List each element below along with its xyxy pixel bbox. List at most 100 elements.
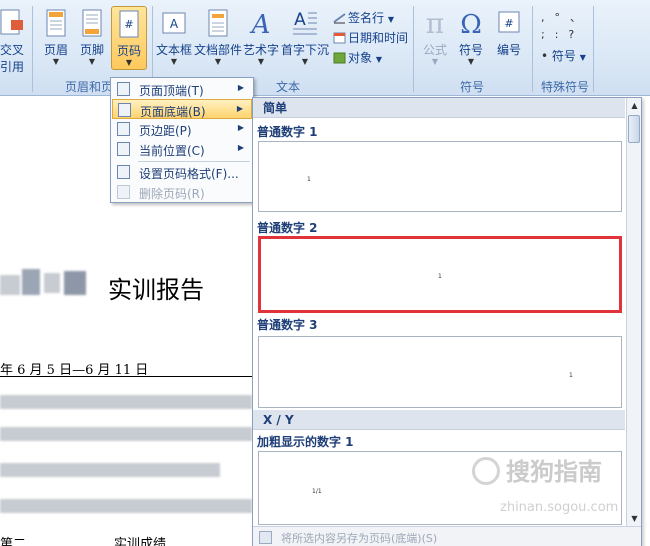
signature-line-button[interactable]: 签名行 ▼ [333,9,394,26]
menu-item-bottom-of-page[interactable]: 页面底端(B) ▶ [112,99,252,119]
redacted-text [64,271,86,295]
gallery-item-plain-number-3[interactable]: 1 [258,336,622,408]
chevron-down-icon: ▼ [579,53,586,62]
gallery-scrollbar[interactable]: ▲ ▼ [626,98,641,526]
quick-parts-button[interactable]: 文档部件 ▼ [194,8,242,66]
equation-button[interactable]: π 公式 ▼ [418,8,452,66]
gallery-item-label: 普通数字 1 [257,125,318,139]
pi-icon: π [426,8,444,38]
current-position-icon [117,142,130,156]
menu-item-format-page-numbers[interactable]: 设置页码格式(F)... [112,162,252,182]
object-label: 对象 [348,51,373,65]
svg-text:#: # [124,18,133,31]
header-icon [46,9,66,37]
drop-cap-button[interactable]: A 首字下沉 ▼ [280,8,330,66]
wordart-label: 艺术字 [242,43,279,57]
drop-cap-label: 首字下沉 [280,43,329,57]
special-symbol-label: 符号 [551,49,576,63]
cross-reference-button[interactable]: 交叉 引用 [0,8,26,75]
group-separator [593,6,594,92]
document-title: 实训报告 [108,276,204,304]
chevron-down-icon: ▼ [387,15,394,24]
chevron-down-icon: ▼ [214,57,222,66]
menu-item-top-of-page[interactable]: 页面顶端(T) ▶ [112,79,252,99]
header-button[interactable]: 页眉 ▼ [38,8,74,66]
signature-line-label: 签名行 [348,11,385,25]
menu-item-remove-page-numbers[interactable]: 删除页码(R) [112,182,252,202]
chevron-down-icon: ▼ [257,57,265,66]
cross-reference-icon [0,9,23,35]
wordart-icon: A [250,10,271,38]
redacted-text [0,395,252,409]
signature-icon [333,13,346,24]
chevron-down-icon: ▼ [88,57,96,66]
ribbon: 交叉 引用 页眉 ▼ 页脚 ▼ # 页码 ▼ A 文本框 ▼ 文档部件 ▼ A … [0,0,650,96]
page-number-preview: 1/1 [312,488,322,495]
gallery-item-label: 加粗显示的数字 1 [257,435,354,449]
special-symbols-row-2[interactable]: ;:? [541,28,584,41]
group-symbols-label: 符号 [459,80,484,94]
equation-label: 公式 [422,43,447,57]
number-label: 编号 [496,43,521,57]
scrollbar-thumb[interactable] [628,115,640,143]
save-selection-as-page-number-button[interactable]: 将所选内容另存为页码(底端)(S) [281,530,437,546]
chevron-down-icon: ▼ [301,57,309,66]
divider [0,376,252,377]
scroll-down-icon[interactable]: ▼ [627,511,642,526]
chevron-down-icon: ▼ [467,57,475,66]
quick-parts-label: 文档部件 [194,43,243,57]
special-symbols-row-1[interactable]: ,°、 [541,9,591,25]
menu-item-current-position[interactable]: 当前位置(C) ▶ [112,139,252,159]
chevron-down-icon: ▼ [375,55,382,64]
menu-item-label: 页面底端(B) [140,105,206,119]
remove-page-numbers-icon [117,185,130,199]
special-symbol-button[interactable]: • 符号 ▼ [541,47,586,64]
group-separator [413,6,414,92]
object-button[interactable]: 对象 ▼ [333,49,382,66]
page-number-icon: # [119,10,139,38]
menu-item-label: 删除页码(R) [139,187,205,201]
bullet-icon: • [541,49,549,63]
page-number-menu: 页面顶端(T) ▶ 页面底端(B) ▶ 页边距(P) ▶ 当前位置(C) ▶ 设… [110,77,254,203]
menu-item-label: 设置页码格式(F)... [139,167,239,181]
date-time-button[interactable]: 日期和时间 [333,29,408,46]
chevron-right-icon: ▶ [237,123,244,132]
gallery-section-simple: 简单 [253,98,625,118]
chevron-right-icon: ▶ [236,104,243,113]
date-time-label: 日期和时间 [348,31,409,45]
textbox-button[interactable]: A 文本框 ▼ [155,8,193,66]
chevron-down-icon: ▼ [431,57,439,66]
menu-item-label: 页面顶端(T) [139,84,204,98]
number-button[interactable]: # 编号 [492,8,526,58]
redacted-text [44,273,60,293]
page-number-preview: 1 [307,176,311,183]
footer-right-text: 实训成绩 [114,537,167,546]
save-selection-icon [259,531,272,544]
cross-reference-label-2: 引用 [0,60,24,74]
menu-item-page-margins[interactable]: 页边距(P) ▶ [112,119,252,139]
textbox-label: 文本框 [155,43,192,57]
scroll-up-icon[interactable]: ▲ [627,98,642,113]
object-icon [333,52,346,64]
redacted-text [0,275,20,295]
group-special-symbols-label: 特殊符号 [540,80,589,94]
svg-text:π: π [426,8,444,38]
gallery-item-plain-number-2[interactable]: 1 [258,236,622,313]
chevron-right-icon: ▶ [237,83,244,92]
svg-text:A: A [170,17,179,31]
footer-label: 页脚 [79,43,104,57]
page-number-preview: 1 [438,273,442,280]
group-separator [532,6,533,92]
gallery-item-plain-number-1[interactable]: 1 [258,141,622,212]
symbol-button[interactable]: Ω 符号 ▼ [454,8,488,66]
svg-text:A: A [250,10,271,38]
wordart-button[interactable]: A 艺术字 ▼ [242,8,280,66]
menu-item-label: 当前位置(C) [139,144,205,158]
chevron-right-icon: ▶ [237,143,244,152]
svg-text:#: # [504,17,513,30]
watermark-logo [472,457,500,485]
bottom-of-page-icon [118,103,131,117]
footer-button[interactable]: 页脚 ▼ [74,8,110,66]
format-page-numbers-icon [117,165,130,179]
page-number-button[interactable]: # 页码 ▼ [111,6,147,70]
